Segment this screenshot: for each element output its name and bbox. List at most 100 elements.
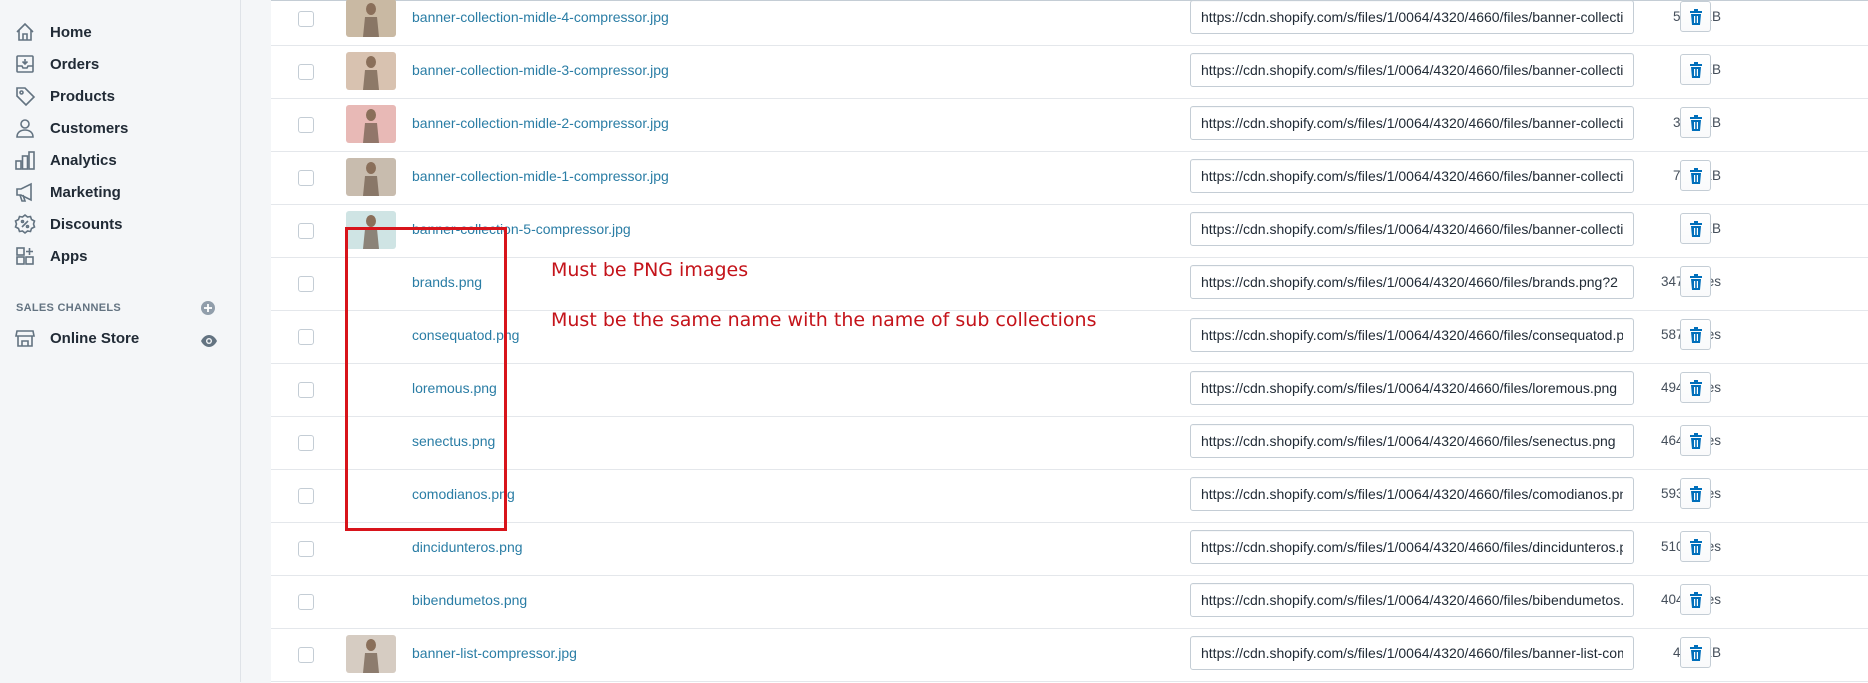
file-url-field[interactable]	[1190, 636, 1634, 670]
sidebar-item-orders[interactable]: Orders	[14, 48, 99, 80]
file-thumbnail[interactable]	[346, 105, 396, 143]
file-thumbnail[interactable]	[346, 0, 396, 37]
sidebar-item-label: Discounts	[50, 215, 123, 233]
table-row: bibendumetos.png404 Bytes	[271, 575, 1868, 629]
delete-file-button[interactable]	[1680, 425, 1711, 456]
trash-icon	[1689, 167, 1703, 184]
sidebar-item-discounts[interactable]: Discounts	[14, 208, 123, 240]
file-url-field[interactable]	[1190, 106, 1634, 140]
row-checkbox[interactable]	[298, 435, 314, 451]
file-url-field[interactable]	[1190, 53, 1634, 87]
row-checkbox[interactable]	[298, 647, 314, 663]
delete-file-button[interactable]	[1680, 319, 1711, 350]
row-checkbox[interactable]	[298, 11, 314, 27]
annotation-highlight-box	[345, 227, 507, 531]
annotation-name-note: Must be the same name with the name of s…	[551, 309, 1097, 331]
file-thumbnail[interactable]	[346, 158, 396, 196]
delete-file-button[interactable]	[1680, 637, 1711, 668]
table-row: senectus.png464 Bytes	[271, 416, 1868, 470]
row-checkbox[interactable]	[298, 382, 314, 398]
files-table: banner-collection-midle-4-compressor.jpg…	[271, 0, 1868, 683]
orders-icon	[14, 53, 36, 75]
sidebar-item-label: Products	[50, 87, 116, 105]
trash-icon	[1689, 61, 1703, 78]
trash-icon	[1689, 114, 1703, 131]
delete-file-button[interactable]	[1680, 478, 1711, 509]
row-checkbox[interactable]	[298, 594, 314, 610]
table-row: loremous.png494 Bytes	[271, 363, 1868, 417]
delete-file-button[interactable]	[1680, 160, 1711, 191]
sidebar-item-products[interactable]: Products	[14, 80, 115, 112]
home-icon	[14, 21, 36, 43]
row-checkbox[interactable]	[298, 329, 314, 345]
store-icon	[14, 327, 36, 349]
sidebar-nav: Home Orders Products Customers Analytics Mark…	[0, 0, 241, 682]
delete-file-button[interactable]	[1680, 1, 1711, 32]
trash-icon	[1689, 591, 1703, 608]
eye-icon[interactable]	[200, 332, 218, 350]
sidebar-item-home[interactable]: Home	[14, 16, 92, 48]
delete-file-button[interactable]	[1680, 107, 1711, 138]
sidebar-item-apps[interactable]: Apps	[14, 240, 88, 272]
discount-icon	[14, 213, 36, 235]
sidebar-item-customers[interactable]: Customers	[14, 112, 128, 144]
file-name-link[interactable]: banner-list-compressor.jpg	[412, 645, 577, 661]
row-checkbox[interactable]	[298, 170, 314, 186]
trash-icon	[1689, 379, 1703, 396]
file-name-link[interactable]: banner-collection-midle-1-compressor.jpg	[412, 168, 669, 184]
table-row: dincidunteros.png510 Bytes	[271, 522, 1868, 576]
row-checkbox[interactable]	[298, 64, 314, 80]
trash-icon	[1689, 538, 1703, 555]
trash-icon	[1689, 326, 1703, 343]
trash-icon	[1689, 8, 1703, 25]
table-row: comodianos.png593 Bytes	[271, 469, 1868, 523]
add-sales-channel-icon[interactable]	[200, 300, 216, 316]
file-url-field[interactable]	[1190, 0, 1634, 34]
row-checkbox[interactable]	[298, 117, 314, 133]
table-row: banner-collection-midle-2-compressor.jpg…	[271, 98, 1868, 152]
megaphone-icon	[14, 181, 36, 203]
file-url-field[interactable]	[1190, 265, 1634, 299]
file-url-field[interactable]	[1190, 159, 1634, 193]
file-name-link[interactable]: dincidunteros.png	[412, 539, 523, 555]
table-row: banner-collection-midle-3-compressor.jpg…	[271, 45, 1868, 99]
row-checkbox[interactable]	[298, 488, 314, 504]
sidebar-item-label: Customers	[50, 119, 129, 137]
file-url-field[interactable]	[1190, 530, 1634, 564]
delete-file-button[interactable]	[1680, 213, 1711, 244]
sidebar-item-label: Analytics	[50, 151, 117, 169]
delete-file-button[interactable]	[1680, 531, 1711, 562]
apps-icon	[14, 245, 36, 267]
file-url-field[interactable]	[1190, 424, 1634, 458]
annotation-png-note: Must be PNG images	[551, 259, 749, 281]
file-name-link[interactable]: bibendumetos.png	[412, 592, 527, 608]
row-checkbox[interactable]	[298, 541, 314, 557]
table-row: banner-collection-midle-4-compressor.jpg…	[271, 0, 1868, 46]
file-thumbnail[interactable]	[346, 635, 396, 673]
delete-file-button[interactable]	[1680, 266, 1711, 297]
trash-icon	[1689, 432, 1703, 449]
file-name-link[interactable]: banner-collection-midle-4-compressor.jpg	[412, 9, 669, 25]
file-url-field[interactable]	[1190, 212, 1634, 246]
delete-file-button[interactable]	[1680, 584, 1711, 615]
file-url-field[interactable]	[1190, 583, 1634, 617]
file-url-field[interactable]	[1190, 318, 1634, 352]
trash-icon	[1689, 220, 1703, 237]
delete-file-button[interactable]	[1680, 372, 1711, 403]
sidebar-item-analytics[interactable]: Analytics	[14, 144, 117, 176]
file-url-field[interactable]	[1190, 477, 1634, 511]
file-url-field[interactable]	[1190, 371, 1634, 405]
person-icon	[14, 117, 36, 139]
file-thumbnail[interactable]	[346, 52, 396, 90]
row-checkbox[interactable]	[298, 276, 314, 292]
delete-file-button[interactable]	[1680, 54, 1711, 85]
sidebar-item-label: Apps	[50, 247, 88, 265]
trash-icon	[1689, 644, 1703, 661]
file-name-link[interactable]: banner-collection-midle-3-compressor.jpg	[412, 62, 669, 78]
file-name-link[interactable]: banner-collection-midle-2-compressor.jpg	[412, 115, 669, 131]
trash-icon	[1689, 485, 1703, 502]
row-checkbox[interactable]	[298, 223, 314, 239]
sales-channels-label: SALES CHANNELS	[16, 302, 122, 314]
sidebar-item-online-store[interactable]: Online Store	[14, 322, 139, 354]
sidebar-item-marketing[interactable]: Marketing	[14, 176, 121, 208]
